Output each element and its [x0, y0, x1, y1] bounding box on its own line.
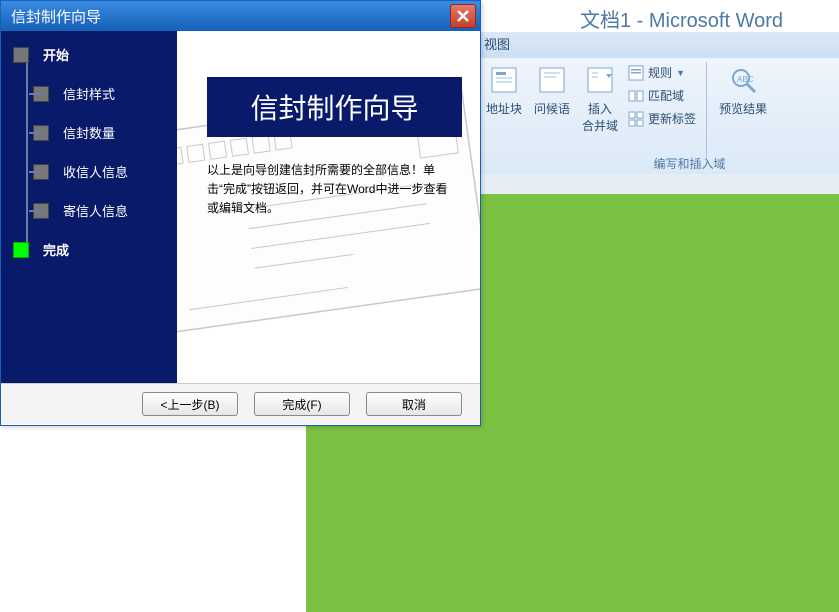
address-block-icon — [488, 64, 520, 96]
nav-recipient[interactable]: 收信人信息 — [13, 162, 177, 181]
nav-count[interactable]: 信封数量 — [13, 123, 177, 142]
previous-button[interactable]: <上一步(B) — [142, 392, 238, 416]
dialog-titlebar: 信封制作向导 — [1, 1, 480, 31]
dialog-footer: <上一步(B) 完成(F) 取消 — [1, 383, 480, 424]
wizard-content: 信封制作向导 以上是向导创建信封所需要的全部信息！单击“完成”按钮返回，并可在W… — [177, 31, 480, 383]
step-box-active-icon — [13, 242, 29, 258]
dialog-title: 信封制作向导 — [11, 6, 101, 27]
finish-button[interactable]: 完成(F) — [254, 392, 350, 416]
nav-style[interactable]: 信封样式 — [13, 84, 177, 103]
ribbon-match-fields[interactable]: 匹配域 — [628, 87, 696, 104]
greeting-icon — [536, 64, 568, 96]
content-description: 以上是向导创建信封所需要的全部信息！单击“完成”按钮返回，并可在Word中进一步… — [207, 161, 457, 219]
ribbon-separator — [706, 62, 707, 158]
step-box-icon — [13, 47, 29, 63]
update-icon — [628, 111, 644, 127]
nav-connector — [26, 53, 28, 251]
app-title: 文档1 - Microsoft Word — [580, 4, 783, 33]
ribbon-update-labels[interactable]: 更新标签 — [628, 110, 696, 127]
chevron-down-icon: ▼ — [676, 68, 685, 78]
match-icon — [628, 88, 644, 104]
tab-view[interactable]: 视图 — [484, 37, 510, 52]
rules-icon — [628, 65, 644, 81]
ribbon-rules[interactable]: 规则 ▼ — [628, 64, 696, 81]
ribbon-address-block[interactable]: 地址块 — [480, 58, 528, 154]
content-heading: 信封制作向导 — [207, 77, 462, 137]
close-button[interactable] — [450, 4, 476, 28]
svg-text:ABC: ABC — [737, 75, 754, 84]
ribbon-insert-merge[interactable]: 插入 合并域 — [576, 58, 624, 154]
wizard-nav: 开始 信封样式 信封数量 收信人信息 寄信人信息 — [1, 31, 177, 383]
ribbon-greeting[interactable]: 问候语 — [528, 58, 576, 154]
ribbon-preview[interactable]: ABC 预览结果 — [713, 58, 773, 154]
envelope-wizard-dialog: 信封制作向导 开始 信封样式 信封数量 收 — [0, 0, 481, 426]
close-icon — [456, 9, 470, 23]
ribbon-side-group: 规则 ▼ 匹配域 更新标签 — [624, 58, 700, 127]
insert-merge-icon — [584, 64, 616, 96]
ribbon-group-label: 编写和插入域 — [480, 155, 839, 172]
preview-icon: ABC — [727, 64, 759, 96]
nav-finish[interactable]: 完成 — [13, 240, 177, 259]
ribbon: 地址块 问候语 插入 合并域 规则 ▼ 匹配域 更新标签 ABC 预览结 — [480, 58, 839, 175]
cancel-button[interactable]: 取消 — [366, 392, 462, 416]
nav-sender[interactable]: 寄信人信息 — [13, 201, 177, 220]
nav-start[interactable]: 开始 — [13, 45, 177, 64]
